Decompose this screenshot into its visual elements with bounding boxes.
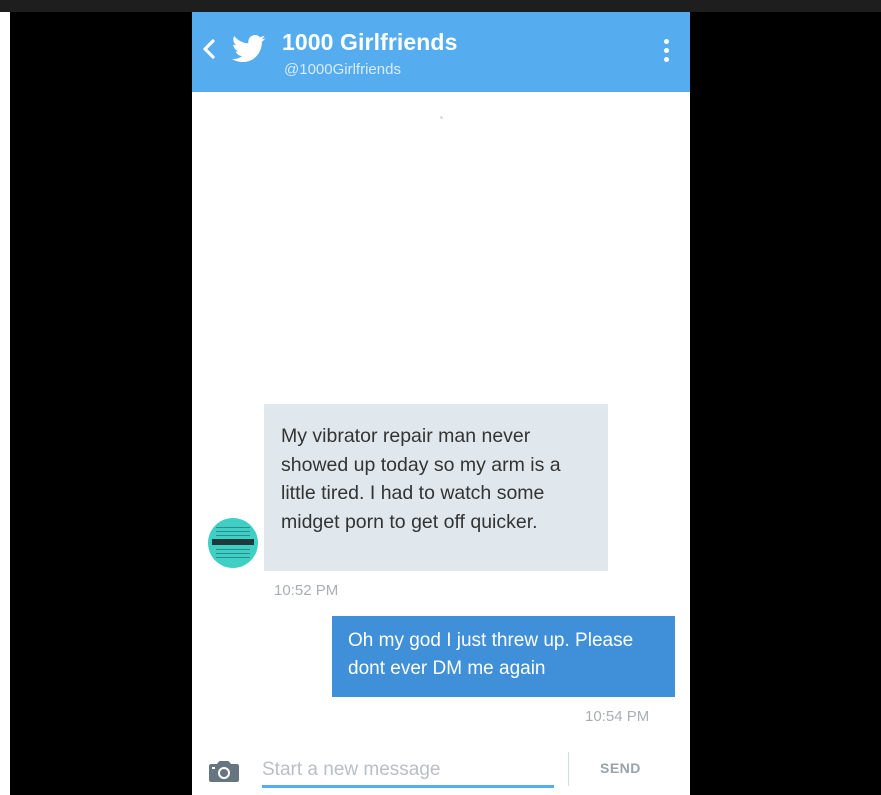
- right-letterbox: [690, 12, 881, 795]
- camera-icon[interactable]: [208, 759, 240, 783]
- decorative-speck: [440, 116, 443, 119]
- conversation-handle: @1000Girlfriends: [284, 61, 401, 78]
- chevron-left-icon[interactable]: [202, 38, 216, 60]
- incoming-message-text: My vibrator repair man never showed up t…: [281, 425, 561, 533]
- avatar[interactable]: [208, 518, 258, 568]
- composer-divider: [568, 752, 569, 786]
- more-vertical-icon[interactable]: [662, 39, 670, 67]
- incoming-message-bubble: My vibrator repair man never showed up t…: [264, 404, 608, 571]
- screenshot-frame: 1000 Girlfriends @1000Girlfriends My vib…: [0, 0, 881, 795]
- conversation-header: 1000 Girlfriends @1000Girlfriends: [192, 12, 690, 92]
- conversation-title: 1000 Girlfriends: [282, 29, 458, 55]
- message-input[interactable]: [262, 754, 554, 788]
- left-letterbox: [10, 12, 192, 795]
- top-strip: [0, 0, 881, 12]
- outgoing-timestamp: 10:54 PM: [585, 708, 650, 725]
- message-composer: SEND: [192, 742, 690, 795]
- phone-screen: 1000 Girlfriends @1000Girlfriends My vib…: [192, 12, 690, 795]
- outgoing-message-bubble: Oh my god I just threw up. Please dont e…: [332, 616, 675, 697]
- send-button[interactable]: SEND: [600, 760, 641, 776]
- outgoing-message-text: Oh my god I just threw up. Please dont e…: [348, 630, 634, 679]
- incoming-timestamp: 10:52 PM: [274, 582, 339, 599]
- twitter-bird-icon: [232, 34, 266, 63]
